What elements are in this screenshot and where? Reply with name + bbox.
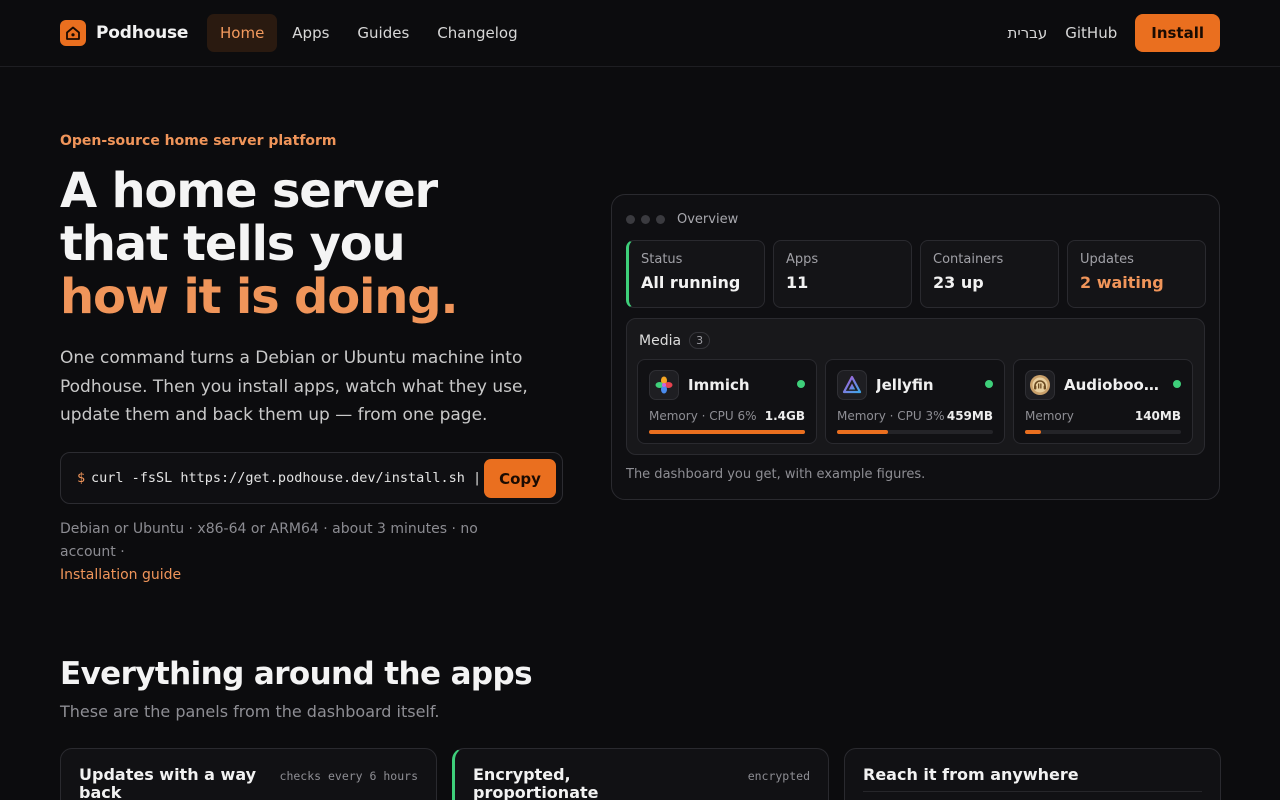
stat-cards: Status All running Apps 11 Containers 23… [626, 240, 1206, 308]
hero-headline: A home server that tells you how it is d… [60, 165, 580, 324]
hero-eyebrow: Open-source home server platform [60, 133, 337, 149]
running-status-dot [1173, 380, 1181, 388]
feature-card-backups[interactable]: Encrypted, proportionate backups encrypt… [452, 748, 829, 800]
app-name: Audiobookshelf [1064, 376, 1159, 394]
card-title: Updates with a way back [79, 765, 257, 800]
github-link[interactable]: GitHub [1065, 24, 1117, 42]
audiobookshelf-icon [1025, 370, 1055, 400]
group-name: Media [639, 332, 682, 349]
brand-name: Podhouse [96, 23, 189, 43]
nav-link-guides[interactable]: Guides [344, 14, 422, 52]
features-subtitle: These are the panels from the dashboard … [60, 702, 440, 721]
dashboard-preview: Overview Status All running Apps 11 Cont… [611, 194, 1220, 500]
nav-link-apps[interactable]: Apps [279, 14, 342, 52]
app-memory: 1.4GB [764, 409, 805, 423]
hero-description: One command turns a Debian or Ubuntu mac… [60, 348, 528, 425]
memory-bar [1025, 430, 1181, 434]
install-command[interactable]: curl -fsSL https://get.podhouse.dev/inst… [91, 470, 479, 486]
main-nav: Home Apps Guides Changelog [207, 14, 531, 52]
language-switch[interactable]: עברית [1008, 24, 1048, 42]
stat-updates: Updates 2 waiting [1067, 240, 1206, 308]
app-memory: 140MB [1134, 409, 1181, 423]
headline-highlight: how it is doing. [60, 269, 459, 325]
card-tag: checks every 6 hours [279, 769, 418, 783]
feature-card-remote-access[interactable]: Reach it from anywhere [844, 748, 1221, 800]
feature-card-updates[interactable]: Updates with a way back checks every 6 h… [60, 748, 437, 800]
copy-button[interactable]: Copy [484, 459, 556, 498]
preview-caption: The dashboard you get, with example figu… [626, 467, 926, 482]
app-name: Jellyfin [876, 376, 934, 394]
immich-icon [649, 370, 679, 400]
app-list: Immich Memory · CPU 6% 1.4GB Jellyfin Me… [637, 359, 1193, 444]
stat-value: 2 waiting [1080, 273, 1164, 292]
app-name: Immich [688, 376, 750, 394]
install-command-box: $ curl -fsSL https://get.podhouse.dev/in… [60, 452, 563, 504]
preview-title: Overview [677, 212, 739, 227]
group-count-badge: 3 [689, 332, 711, 349]
card-divider [863, 791, 1202, 792]
stat-label: Updates [1080, 252, 1134, 267]
stat-value: 11 [786, 273, 809, 292]
stat-status: Status All running [626, 240, 765, 308]
card-tag: encrypted [747, 769, 810, 783]
app-card-immich[interactable]: Immich Memory · CPU 6% 1.4GB [637, 359, 817, 444]
nav-actions: עברית GitHub Install [1008, 14, 1220, 52]
window-dots [626, 215, 665, 224]
headline-line-2: that tells you [60, 216, 406, 272]
running-status-dot [985, 380, 993, 388]
app-usage: Memory · CPU 3% [837, 409, 945, 423]
install-requirements: Debian or Ubuntu · x86-64 or ARM64 · abo… [60, 518, 530, 587]
shell-prompt: $ [77, 470, 86, 486]
card-title: Reach it from anywhere [863, 765, 1079, 784]
features-title: Everything around the apps [60, 656, 533, 692]
running-status-dot [797, 380, 805, 388]
media-group: Media 3 Immich Memory · CPU 6% 1.4GB Jel… [626, 318, 1205, 455]
top-nav: Podhouse Home Apps Guides Changelog עברי… [0, 0, 1280, 67]
stat-value: 23 up [933, 273, 984, 292]
jellyfin-icon [837, 370, 867, 400]
app-card-audiobookshelf[interactable]: Audiobookshelf Memory 140MB [1013, 359, 1193, 444]
memory-bar [649, 430, 805, 434]
stat-label: Containers [933, 252, 1004, 267]
memory-bar [837, 430, 993, 434]
stat-value: All running [641, 273, 741, 292]
memory-bar-fill [649, 430, 805, 434]
stat-label: Apps [786, 252, 819, 267]
nav-link-changelog[interactable]: Changelog [424, 14, 530, 52]
headline-line-1: A home server [60, 163, 438, 219]
brand[interactable]: Podhouse [60, 20, 188, 46]
app-usage: Memory [1025, 409, 1074, 423]
memory-bar-fill [1025, 430, 1041, 434]
feature-cards: Updates with a way back checks every 6 h… [60, 748, 1221, 800]
stat-containers: Containers 23 up [920, 240, 1059, 308]
stat-apps: Apps 11 [773, 240, 912, 308]
card-title: Encrypted, proportionate backups [473, 765, 599, 800]
installation-guide-link[interactable]: Installation guide [60, 564, 530, 587]
stat-label: Status [641, 252, 683, 267]
app-usage: Memory · CPU 6% [649, 409, 757, 423]
nav-link-home[interactable]: Home [207, 14, 278, 52]
app-card-jellyfin[interactable]: Jellyfin Memory · CPU 3% 459MB [825, 359, 1005, 444]
app-memory: 459MB [946, 409, 993, 423]
memory-bar-fill [837, 430, 889, 434]
install-button[interactable]: Install [1135, 14, 1220, 52]
requirements-text: Debian or Ubuntu · x86-64 or ARM64 · abo… [60, 521, 478, 560]
house-logo-icon [60, 20, 86, 46]
group-header: Media 3 [639, 332, 711, 349]
